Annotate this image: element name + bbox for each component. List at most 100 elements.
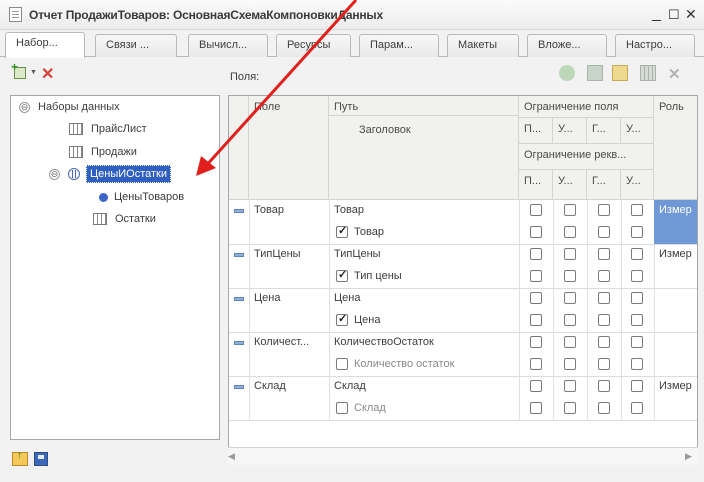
field-name[interactable]: Склад <box>249 376 329 398</box>
tree-item-prices-stock[interactable]: ⊖ ЦеныИОстатки <box>49 165 171 188</box>
restriction-checkbox[interactable] <box>530 204 542 216</box>
attr-restriction-checkbox[interactable] <box>564 402 576 414</box>
attr-restriction-checkbox[interactable] <box>564 314 576 326</box>
restriction-checkbox[interactable] <box>631 380 643 392</box>
tab-settings[interactable]: Настро... <box>615 34 695 57</box>
field-caption[interactable]: Товар <box>349 222 519 244</box>
restriction-checkbox[interactable] <box>598 336 610 348</box>
restriction-checkbox[interactable] <box>564 336 576 348</box>
caption-checkbox[interactable] <box>336 224 348 238</box>
restriction-checkbox[interactable] <box>530 292 542 304</box>
tree-item-pricelist[interactable]: ПрайсЛист <box>69 123 147 143</box>
attr-restriction-checkbox[interactable] <box>564 226 576 238</box>
tree-item-stock[interactable]: Остатки <box>93 213 156 233</box>
restriction-checkbox[interactable] <box>564 204 576 216</box>
minimize-button[interactable]: _ <box>652 5 661 23</box>
restriction-checkbox[interactable] <box>530 336 542 348</box>
add-dataset-icon[interactable] <box>11 60 26 79</box>
field-name[interactable]: Цена <box>249 288 329 310</box>
field-name[interactable]: ТипЦены <box>249 244 329 266</box>
attr-restriction-checkbox[interactable] <box>564 270 576 282</box>
tab-parameters[interactable]: Парам... <box>359 34 439 57</box>
add-folder-icon[interactable] <box>612 65 628 81</box>
attr-restriction-checkbox[interactable] <box>530 314 542 326</box>
tab-links[interactable]: Связи ... <box>95 34 177 57</box>
attr-restriction-checkbox[interactable] <box>631 270 643 282</box>
restriction-checkbox[interactable] <box>530 380 542 392</box>
tab-templates[interactable]: Макеты <box>447 34 519 57</box>
collapse-icon[interactable]: ⊖ <box>19 101 30 113</box>
field-name[interactable]: Товар <box>249 200 329 222</box>
save-icon[interactable] <box>34 452 48 466</box>
tab-bar: Набор... Связи ... Вычисл... Ресурсы Пар… <box>0 30 704 58</box>
field-caption[interactable]: Тип цены <box>349 266 519 288</box>
attr-restriction-checkbox[interactable] <box>530 402 542 414</box>
attr-restriction-checkbox[interactable] <box>631 226 643 238</box>
attr-restriction-checkbox[interactable] <box>598 358 610 370</box>
attr-restriction-checkbox[interactable] <box>530 270 542 282</box>
tree-item-sales[interactable]: Продажи <box>69 146 137 166</box>
tab-calculated[interactable]: Вычисл... <box>188 34 268 57</box>
field-path[interactable]: КоличествоОстаток <box>329 332 519 354</box>
caption-checkbox[interactable] <box>336 402 348 414</box>
attr-restriction-checkbox[interactable] <box>598 270 610 282</box>
attr-restriction-checkbox[interactable] <box>631 314 643 326</box>
role-cell[interactable]: Измер <box>654 244 697 266</box>
delete-field-icon[interactable]: ✕ <box>668 65 684 83</box>
attr-restriction-checkbox[interactable] <box>530 226 542 238</box>
field-path[interactable]: Товар <box>329 200 519 222</box>
caption-checkbox[interactable] <box>336 358 348 370</box>
add-document-icon[interactable] <box>587 65 603 81</box>
scroll-right-icon[interactable]: ▶ <box>685 451 692 462</box>
attr-restriction-checkbox[interactable] <box>598 226 610 238</box>
restriction-checkbox[interactable] <box>564 292 576 304</box>
field-name[interactable]: Количест... <box>249 332 329 354</box>
fields-grid: Поле Путь Заголовок Ограничение поля П..… <box>228 95 698 465</box>
field-caption[interactable]: Склад <box>349 398 519 420</box>
restriction-checkbox[interactable] <box>564 380 576 392</box>
collapse-icon[interactable]: ⊖ <box>49 168 60 180</box>
restriction-checkbox[interactable] <box>564 248 576 260</box>
attr-restriction-checkbox[interactable] <box>598 402 610 414</box>
attr-restriction-checkbox[interactable] <box>530 358 542 370</box>
table-icon <box>93 213 107 226</box>
restriction-checkbox[interactable] <box>631 248 643 260</box>
field-path[interactable]: Склад <box>329 376 519 398</box>
tab-nested[interactable]: Вложе... <box>527 34 607 57</box>
attr-restriction-checkbox[interactable] <box>631 402 643 414</box>
field-path[interactable]: ТипЦены <box>329 244 519 266</box>
restriction-checkbox[interactable] <box>631 336 643 348</box>
field-caption[interactable]: Количество остаток <box>349 354 519 376</box>
tab-datasets[interactable]: Набор... <box>5 32 85 58</box>
add-field-icon[interactable] <box>559 65 575 81</box>
maximize-button[interactable]: ☐ <box>668 7 680 23</box>
restriction-checkbox[interactable] <box>598 380 610 392</box>
restriction-checkbox[interactable] <box>530 248 542 260</box>
field-path[interactable]: Цена <box>329 288 519 310</box>
role-cell-selected[interactable]: Измер <box>654 200 697 244</box>
attr-restriction-checkbox[interactable] <box>631 358 643 370</box>
caption-checkbox[interactable] <box>336 268 348 282</box>
attr-restriction-checkbox[interactable] <box>564 358 576 370</box>
restriction-checkbox[interactable] <box>598 292 610 304</box>
tree-item-root[interactable]: ⊖ Наборы данных <box>19 101 120 121</box>
restriction-checkbox[interactable] <box>598 204 610 216</box>
tree-item-label: Остатки <box>115 213 156 225</box>
chevron-down-icon[interactable]: ▼ <box>30 69 37 76</box>
open-folder-icon[interactable] <box>12 450 28 466</box>
field-caption[interactable]: Цена <box>349 310 519 332</box>
attr-restriction-checkbox[interactable] <box>598 314 610 326</box>
tab-resources[interactable]: Ресурсы <box>276 34 351 57</box>
restriction-checkbox[interactable] <box>631 204 643 216</box>
tree-item-product-prices[interactable]: ЦеныТоваров <box>99 191 184 211</box>
restriction-checkbox[interactable] <box>631 292 643 304</box>
restriction-checkbox[interactable] <box>598 248 610 260</box>
role-cell[interactable]: Измер <box>654 376 697 398</box>
report-window: Отчет ПродажиТоваров: ОсновнаяСхемаКомпо… <box>0 0 704 482</box>
scroll-left-icon[interactable]: ◀ <box>228 451 235 462</box>
horizontal-scrollbar[interactable]: ◀ ▶ <box>228 447 698 465</box>
caption-checkbox[interactable] <box>336 312 348 326</box>
delete-icon[interactable]: ✕ <box>41 64 54 84</box>
add-table-icon[interactable] <box>640 65 656 81</box>
close-button[interactable]: ✕ <box>685 6 697 23</box>
